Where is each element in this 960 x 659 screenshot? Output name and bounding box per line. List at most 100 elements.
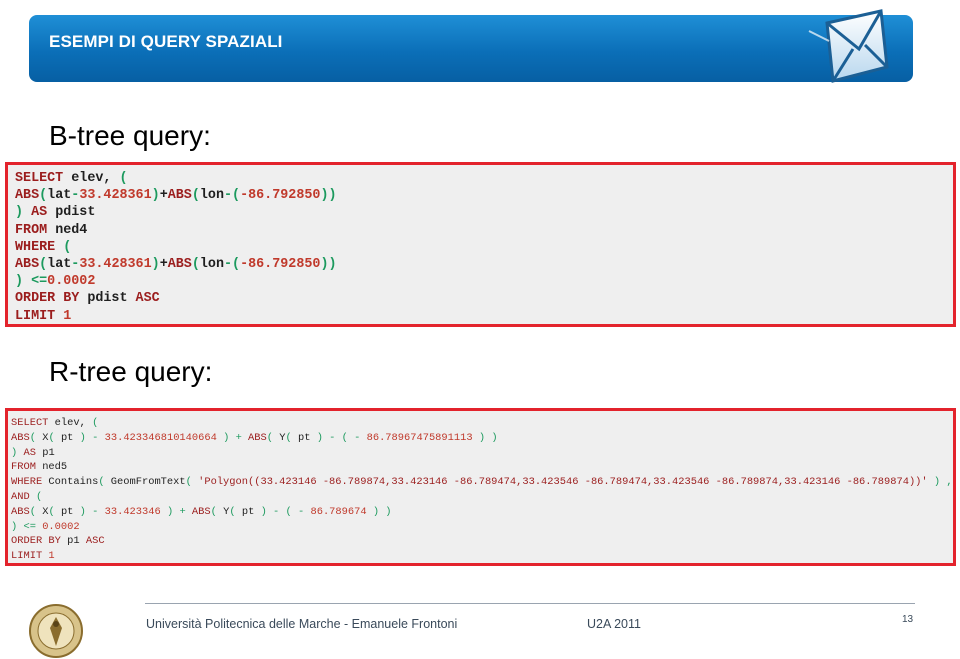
code-token: pdist (87, 291, 136, 307)
code-token: pdist (55, 205, 96, 221)
slide-title: ESEMPI DI QUERY SPAZIALI (49, 32, 283, 51)
code-token: 0.0002 (42, 520, 80, 533)
code-token: p1 (42, 446, 55, 459)
code-token: ( (191, 257, 200, 273)
code-token: ( (191, 188, 200, 204)
code-line: ) AS pdist (15, 204, 953, 221)
code-token: ORDER BY (11, 535, 68, 548)
code-token: ) , (927, 476, 956, 489)
code-token: lon (199, 188, 224, 204)
code-token: ABS (167, 257, 192, 273)
code-token: elev, (71, 171, 120, 186)
code-token: pt (241, 505, 261, 518)
code-token: -( (224, 257, 241, 273)
code-token: ) - (79, 431, 105, 444)
code-token: 86.789674 (310, 505, 367, 518)
code-token: ned5 (42, 461, 68, 474)
code-token: Contains (48, 476, 99, 489)
code-line: ) <=0.0002 (15, 273, 953, 290)
code-token: 33.428361 (79, 257, 152, 273)
code-token: SELECT (11, 417, 55, 429)
code-line: SELECT elev, ( (15, 170, 953, 187)
code-token: elev, (54, 417, 93, 429)
code-line: WHERE Contains( GeomFromText( 'Polygon((… (11, 475, 953, 490)
code-token: FROM (11, 461, 43, 474)
envelope-logo-icon (808, 9, 889, 83)
footer-course: U2A 2011 (587, 617, 641, 631)
code-token: ( (210, 505, 224, 518)
code-token: ( (285, 431, 298, 444)
code-token: ( (39, 188, 48, 204)
code-token: ABS (11, 431, 30, 444)
footer-affiliation: Università Politecnica delle Marche - Em… (146, 617, 458, 631)
code-line: ABS( X( pt ) - 33.423346810140664 ) + AB… (11, 431, 953, 446)
code-token: WHERE (15, 239, 64, 255)
code-token: ( (63, 239, 72, 255)
code-line: AND ( (11, 490, 953, 505)
code-token: 'Polygon((33.423146 -86.789874,33.423146… (198, 476, 928, 489)
code-token: ( (98, 476, 111, 489)
code-token: + (159, 188, 168, 204)
university-seal-icon (29, 604, 83, 658)
code-token: -( (224, 188, 241, 204)
code-line: LIMIT 1 (11, 549, 953, 563)
code-token: LIMIT (11, 550, 49, 563)
code-token: AS (31, 205, 56, 221)
page-number: 13 (902, 614, 914, 625)
code-token: lat (47, 188, 72, 204)
code-token: )) (320, 257, 337, 273)
code-token: ) + (216, 431, 249, 444)
code-token: ) - ( - (260, 505, 311, 518)
code-token: lon (199, 257, 224, 273)
code-token: ( (35, 490, 43, 503)
code-line: WHERE ( (15, 239, 953, 256)
code-token: FROM (15, 222, 56, 238)
code-token: p1 (67, 535, 86, 548)
code-token: SELECT (15, 171, 72, 186)
code-token: ) ) (472, 431, 498, 444)
code-token: ) - (79, 505, 105, 518)
code-token: 33.423346810140664 (104, 431, 217, 444)
code-token: ) - ( - (316, 431, 367, 444)
btree-code-block: SELECT elev, (ABS(lat-33.428361)+ABS(lon… (5, 162, 956, 327)
code-token: ) (151, 257, 160, 273)
code-line: ORDER BY p1 ASC (11, 534, 953, 549)
code-token: ) <= (11, 520, 43, 533)
code-token: ( (48, 431, 61, 444)
code-token: 0.0002 (47, 274, 96, 290)
code-token: AS (23, 446, 43, 459)
code-line: ORDER BY pdist ASC (15, 290, 953, 307)
footer-divider (145, 603, 915, 604)
rtree-heading: R-tree query: (49, 356, 213, 387)
code-token: ABS (15, 257, 40, 273)
header-bar: ESEMPI DI QUERY SPAZIALI (29, 9, 913, 83)
code-token: WHERE (11, 476, 49, 489)
code-token: 1 (48, 550, 55, 563)
code-line: ABS(lat-33.428361)+ABS(lon-(-86.792850)) (15, 256, 953, 273)
code-token: pt (60, 431, 80, 444)
code-token: pt (297, 431, 317, 444)
code-token: ) ) (366, 505, 392, 518)
code-token: 33.428361 (79, 188, 152, 204)
code-token: ABS (191, 505, 211, 518)
code-token: ) (11, 446, 24, 459)
code-token: ABS (15, 188, 40, 204)
code-token: 86.78967475891113 (366, 431, 473, 444)
code-token: ABS (167, 188, 192, 204)
code-token: -86.792850 (240, 257, 321, 273)
code-token: ) (15, 205, 32, 221)
code-token: ) + (160, 505, 192, 518)
code-line: FROM ned4 (15, 222, 953, 239)
code-token: -86.792850 (240, 188, 321, 204)
code-token: ( (48, 505, 61, 518)
code-token: ) <= (15, 274, 48, 290)
code-token: ( (185, 476, 199, 489)
code-token: ( (92, 417, 99, 429)
code-token: ) (151, 188, 160, 204)
btree-heading: B-tree query: (49, 120, 211, 151)
code-token: 33.423346 (104, 505, 161, 518)
code-token: + (159, 257, 168, 273)
code-line: ABS( X( pt ) - 33.423346 ) + ABS( Y( pt … (11, 505, 953, 520)
code-line: LIMIT 1 (15, 308, 953, 324)
rtree-code-block: SELECT elev, (ABS( X( pt ) - 33.42334681… (5, 408, 956, 566)
